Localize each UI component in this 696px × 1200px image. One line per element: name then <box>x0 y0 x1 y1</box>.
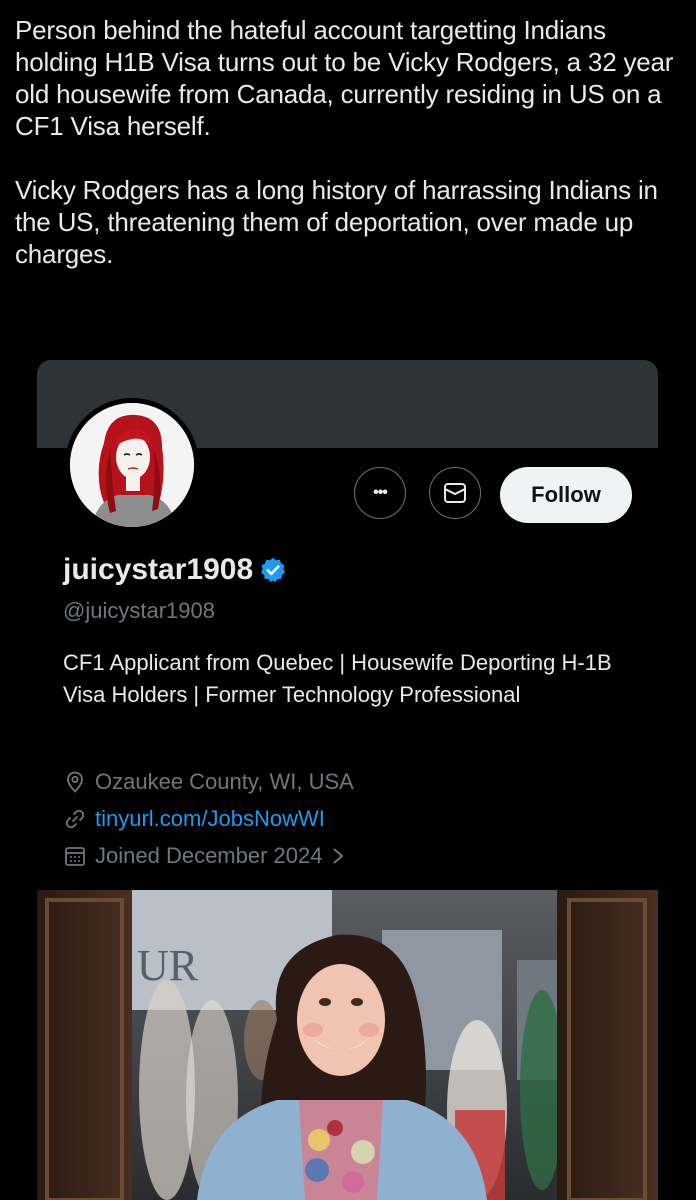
link-row: tinyurl.com/JobsNowWI <box>63 804 325 834</box>
post-paragraph-1: Person behind the hateful account target… <box>15 15 674 141</box>
avatar[interactable] <box>65 398 199 532</box>
envelope-icon <box>444 483 466 503</box>
follow-button[interactable]: Follow <box>500 467 632 523</box>
profile-name-row: juicystar1908 <box>63 550 287 590</box>
link-chain-icon <box>65 809 85 829</box>
profile-card-screenshot: ••• Follow juicystar1908 @juicystar1908 … <box>37 360 658 880</box>
chevron-right-icon[interactable] <box>330 846 346 866</box>
joined-row: Joined December 2024 <box>63 841 346 871</box>
post-text: Person behind the hateful account target… <box>15 14 675 270</box>
joined-text: Joined December 2024 <box>95 843 323 868</box>
profile-bio: CF1 Applicant from Quebec | Housewife De… <box>63 650 612 707</box>
verified-badge-icon[interactable] <box>259 556 287 584</box>
attached-photo[interactable]: UR <box>37 890 658 1200</box>
cartoon-avatar-icon <box>70 403 194 527</box>
message-button[interactable] <box>429 467 481 519</box>
calendar-icon <box>65 847 85 866</box>
more-dots-icon: ••• <box>373 484 388 501</box>
profile-handle: @juicystar1908 <box>63 598 215 623</box>
location-row: Ozaukee County, WI, USA <box>63 767 354 797</box>
profile-link[interactable]: tinyurl.com/JobsNowWI <box>95 806 325 832</box>
photo-woman-smiling: UR <box>37 890 658 1200</box>
display-name: juicystar1908 <box>63 553 254 586</box>
location-text: Ozaukee County, WI, USA <box>95 769 354 794</box>
post-paragraph-2: Vicky Rodgers has a long history of harr… <box>15 175 658 269</box>
avatar-illustration <box>70 403 194 527</box>
location-pin-icon <box>67 771 83 793</box>
more-options-button[interactable]: ••• <box>354 467 406 519</box>
